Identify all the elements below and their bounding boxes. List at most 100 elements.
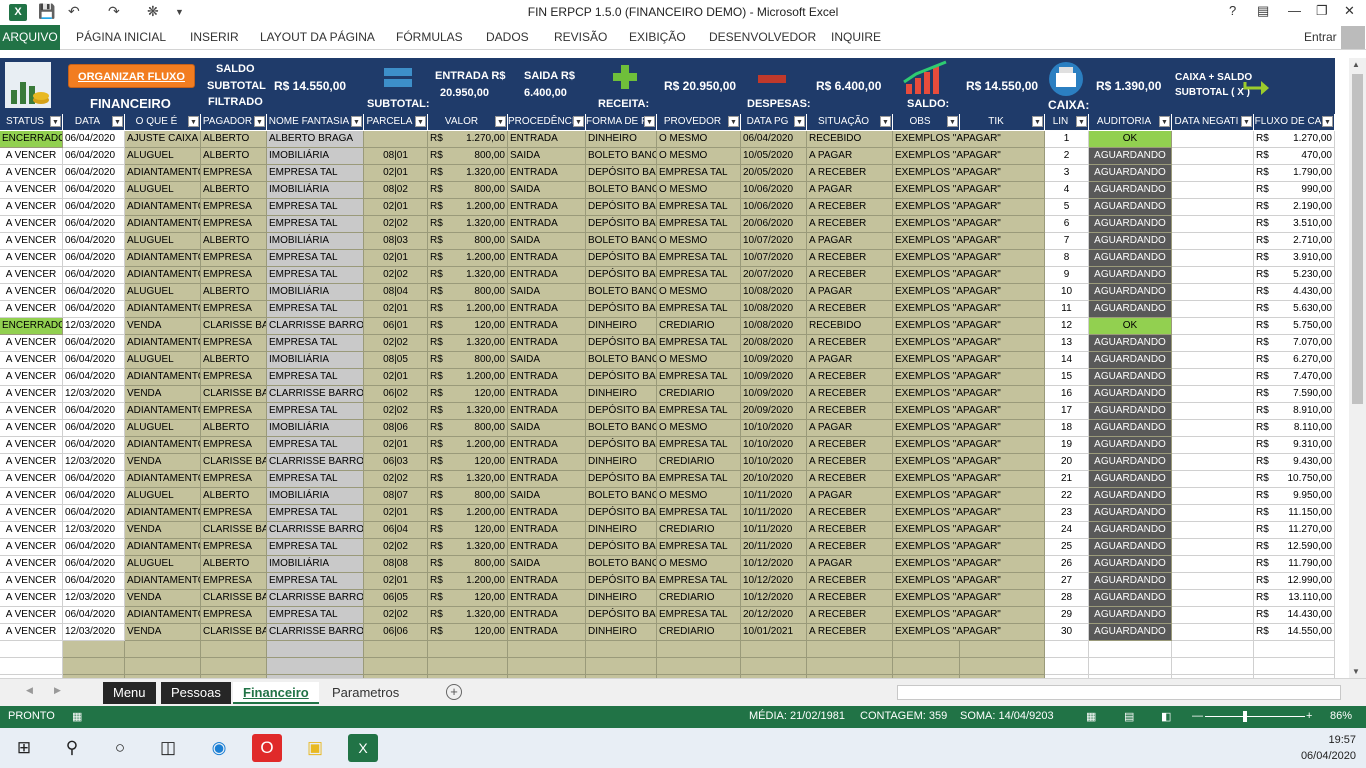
provider-cell[interactable]: EMPRESA TAL bbox=[657, 505, 741, 522]
trade-name-cell[interactable]: IMOBILIÁRIA bbox=[267, 182, 364, 199]
status-cell[interactable]: A VENCER bbox=[0, 165, 63, 182]
situation-cell[interactable]: A RECEBER bbox=[807, 335, 893, 352]
situation-cell[interactable]: A RECEBER bbox=[807, 301, 893, 318]
negative-date-cell[interactable] bbox=[1172, 131, 1254, 148]
situation-cell[interactable]: A RECEBER bbox=[807, 454, 893, 471]
installment-cell[interactable]: 06|05 bbox=[364, 590, 428, 607]
description-cell[interactable]: ALUGUEL bbox=[125, 556, 201, 573]
description-cell[interactable]: ADIANTAMENTO bbox=[125, 250, 201, 267]
origin-cell[interactable]: ENTRADA bbox=[508, 216, 586, 233]
situation-cell[interactable]: A PAGAR bbox=[807, 233, 893, 250]
value-currency-cell[interactable]: R$ bbox=[428, 539, 446, 556]
trade-name-cell[interactable]: CLARRISSE BARROS SI bbox=[267, 522, 364, 539]
line-number-cell[interactable]: 24 bbox=[1045, 522, 1089, 539]
payment-date-cell[interactable]: 10/11/2020 bbox=[741, 522, 807, 539]
tab-inserir[interactable]: INSERIR bbox=[190, 30, 239, 44]
filter-dropdown-icon[interactable]: ▼ bbox=[880, 116, 891, 127]
line-number-cell[interactable]: 29 bbox=[1045, 607, 1089, 624]
negative-date-cell[interactable] bbox=[1172, 505, 1254, 522]
filter-dropdown-icon[interactable]: ▼ bbox=[947, 116, 958, 127]
value-cell[interactable]: 1.320,00 bbox=[446, 335, 508, 352]
situation-cell[interactable]: A PAGAR bbox=[807, 182, 893, 199]
flow-currency-cell[interactable]: R$ bbox=[1254, 318, 1274, 335]
tab-inquire[interactable]: INQUIRE bbox=[831, 30, 881, 44]
status-cell[interactable]: A VENCER bbox=[0, 624, 63, 641]
notes-cell[interactable]: EXEMPLOS "APAGAR" bbox=[893, 539, 1045, 556]
negative-date-cell[interactable] bbox=[1172, 522, 1254, 539]
line-number-cell[interactable]: 7 bbox=[1045, 233, 1089, 250]
flow-currency-cell[interactable]: R$ bbox=[1254, 437, 1274, 454]
notes-cell[interactable]: EXEMPLOS "APAGAR" bbox=[893, 420, 1045, 437]
date-cell[interactable]: 06/04/2020 bbox=[63, 335, 125, 352]
file-explorer-icon[interactable]: ▣ bbox=[300, 734, 330, 762]
origin-cell[interactable]: SAIDA bbox=[508, 182, 586, 199]
origin-cell[interactable]: ENTRADA bbox=[508, 573, 586, 590]
situation-cell[interactable]: A PAGAR bbox=[807, 556, 893, 573]
payment-method-cell[interactable]: DEPÓSITO BANC bbox=[586, 267, 657, 284]
excel-taskbar-icon[interactable]: X bbox=[348, 734, 378, 762]
audit-cell[interactable]: AGUARDANDO bbox=[1089, 505, 1172, 522]
provider-cell[interactable]: EMPRESA TAL bbox=[657, 437, 741, 454]
value-cell[interactable]: 1.320,00 bbox=[446, 403, 508, 420]
tab-scroll-right-icon[interactable]: ▶ bbox=[54, 685, 61, 696]
audit-cell[interactable]: AGUARDANDO bbox=[1089, 556, 1172, 573]
payment-date-cell[interactable]: 10/09/2020 bbox=[741, 352, 807, 369]
payment-method-cell[interactable]: DINHEIRO bbox=[586, 131, 657, 148]
status-cell[interactable]: A VENCER bbox=[0, 301, 63, 318]
payer-cell[interactable]: CLARISSE BARR bbox=[201, 624, 267, 641]
status-cell[interactable]: A VENCER bbox=[0, 590, 63, 607]
date-cell[interactable]: 06/04/2020 bbox=[63, 250, 125, 267]
cash-flow-cell[interactable]: 11.270,00 bbox=[1274, 522, 1335, 539]
trade-name-cell[interactable]: EMPRESA TAL bbox=[267, 165, 364, 182]
situation-cell[interactable]: A RECEBER bbox=[807, 471, 893, 488]
payment-date-cell[interactable]: 10/10/2020 bbox=[741, 454, 807, 471]
installment-cell[interactable]: 06|06 bbox=[364, 624, 428, 641]
value-cell[interactable]: 1.270,00 bbox=[446, 131, 508, 148]
filter-dropdown-icon[interactable]: ▼ bbox=[728, 116, 739, 127]
value-currency-cell[interactable]: R$ bbox=[428, 199, 446, 216]
trade-name-cell[interactable]: IMOBILIÁRIA bbox=[267, 556, 364, 573]
sheet-tab-pessoas[interactable]: Pessoas bbox=[161, 682, 231, 704]
cash-flow-cell[interactable]: 5.750,00 bbox=[1274, 318, 1335, 335]
value-cell[interactable]: 1.320,00 bbox=[446, 607, 508, 624]
date-cell[interactable]: 06/04/2020 bbox=[63, 284, 125, 301]
description-cell[interactable]: ADIANTAMENTO bbox=[125, 505, 201, 522]
line-number-cell[interactable]: 23 bbox=[1045, 505, 1089, 522]
origin-cell[interactable]: ENTRADA bbox=[508, 318, 586, 335]
situation-cell[interactable]: A RECEBER bbox=[807, 369, 893, 386]
line-number-cell[interactable]: 10 bbox=[1045, 284, 1089, 301]
trade-name-cell[interactable]: CLARRISSE BARROS SI bbox=[267, 454, 364, 471]
installment-cell[interactable]: 08|08 bbox=[364, 556, 428, 573]
filter-dropdown-icon[interactable]: ▼ bbox=[495, 116, 506, 127]
provider-cell[interactable]: CREDIARIO bbox=[657, 590, 741, 607]
description-cell[interactable]: ALUGUEL bbox=[125, 233, 201, 250]
audit-cell[interactable]: AGUARDANDO bbox=[1089, 624, 1172, 641]
flow-currency-cell[interactable]: R$ bbox=[1254, 352, 1274, 369]
date-cell[interactable]: 06/04/2020 bbox=[63, 539, 125, 556]
empty-cell[interactable] bbox=[893, 641, 960, 658]
description-cell[interactable]: ADIANTAMENTO bbox=[125, 301, 201, 318]
payer-cell[interactable]: ALBERTO bbox=[201, 420, 267, 437]
line-number-cell[interactable]: 20 bbox=[1045, 454, 1089, 471]
negative-date-cell[interactable] bbox=[1172, 573, 1254, 590]
value-cell[interactable]: 120,00 bbox=[446, 590, 508, 607]
origin-cell[interactable]: ENTRADA bbox=[508, 522, 586, 539]
payment-method-cell[interactable]: DEPÓSITO BANC bbox=[586, 471, 657, 488]
filter-dropdown-icon[interactable]: ▼ bbox=[351, 116, 362, 127]
line-number-cell[interactable]: 28 bbox=[1045, 590, 1089, 607]
description-cell[interactable]: ALUGUEL bbox=[125, 488, 201, 505]
negative-date-cell[interactable] bbox=[1172, 471, 1254, 488]
line-number-cell[interactable]: 27 bbox=[1045, 573, 1089, 590]
filter-dropdown-icon[interactable]: ▼ bbox=[573, 116, 584, 127]
installment-cell[interactable]: 02|02 bbox=[364, 335, 428, 352]
payment-method-cell[interactable]: DEPÓSITO BANC bbox=[586, 250, 657, 267]
line-number-cell[interactable]: 16 bbox=[1045, 386, 1089, 403]
origin-cell[interactable]: SAIDA bbox=[508, 233, 586, 250]
audit-cell[interactable]: AGUARDANDO bbox=[1089, 590, 1172, 607]
installment-cell[interactable]: 06|01 bbox=[364, 318, 428, 335]
payment-date-cell[interactable]: 10/08/2020 bbox=[741, 318, 807, 335]
cash-flow-cell[interactable]: 10.750,00 bbox=[1274, 471, 1335, 488]
cash-flow-cell[interactable]: 8.910,00 bbox=[1274, 403, 1335, 420]
status-cell[interactable]: A VENCER bbox=[0, 454, 63, 471]
negative-date-cell[interactable] bbox=[1172, 454, 1254, 471]
